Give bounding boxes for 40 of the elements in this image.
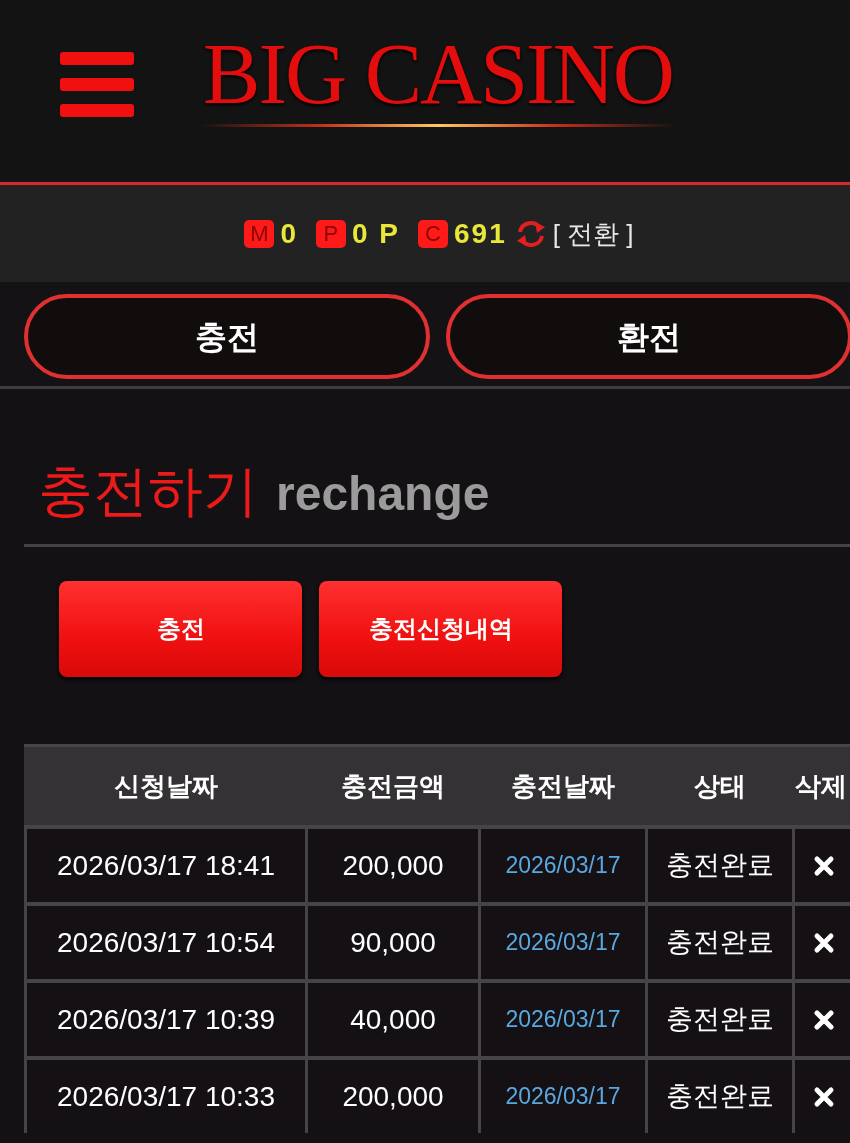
section-title: 충전하기 bbox=[38, 459, 258, 524]
column-header: 충전금액 bbox=[341, 769, 445, 803]
section-subtitle: rechange bbox=[276, 466, 490, 522]
x-mark-icon[interactable] bbox=[813, 1008, 835, 1031]
table-cell: 충전완료 bbox=[648, 829, 792, 902]
column-header: 상태 bbox=[694, 769, 746, 803]
logo[interactable]: BIG CASINO bbox=[203, 30, 673, 118]
action-button[interactable]: 충전신청내역 bbox=[319, 581, 562, 677]
nav-button[interactable]: 환전 bbox=[446, 294, 850, 379]
table-cell: 200,000 bbox=[308, 829, 478, 902]
table-cell: 2026/03/17 bbox=[481, 906, 645, 979]
table-cell: 충전완료 bbox=[648, 1060, 792, 1133]
column-header: 충전날짜 bbox=[511, 769, 615, 803]
table-cell: 2026/03/17 18:41 bbox=[27, 829, 305, 902]
balance-type-badge: P bbox=[315, 219, 346, 248]
table-cell: 2026/03/17 bbox=[481, 829, 645, 902]
table-cell: 2026/03/17 bbox=[481, 983, 645, 1056]
table-cell: 2026/03/17 10:39 bbox=[27, 983, 305, 1056]
table-cell: 충전완료 bbox=[648, 983, 792, 1056]
table-cell: 2026/03/17 10:54 bbox=[27, 906, 305, 979]
nav-button[interactable]: 충전 bbox=[24, 294, 430, 379]
table-cell: 충전완료 bbox=[648, 906, 792, 979]
table-cell: 2026/03/17 10:33 bbox=[27, 1060, 305, 1133]
action-button[interactable]: 충전 bbox=[59, 581, 302, 677]
table-cell: 2026/03/17 bbox=[481, 1060, 645, 1133]
table-cell: 40,000 bbox=[308, 983, 478, 1056]
table-cell: 200,000 bbox=[308, 1060, 478, 1133]
x-mark-icon[interactable] bbox=[813, 1085, 835, 1108]
menu-icon[interactable] bbox=[60, 52, 134, 117]
convert-link[interactable]: [ 전환 ] bbox=[552, 217, 634, 250]
x-mark-icon[interactable] bbox=[813, 931, 835, 954]
balance-type-badge: M bbox=[244, 219, 275, 248]
balance-type-badge: C bbox=[418, 219, 448, 248]
column-header: 신청날짜 bbox=[114, 769, 218, 803]
column-header: 삭제 bbox=[795, 769, 847, 803]
table-cell: 90,000 bbox=[308, 906, 478, 979]
balance-value: 0 bbox=[280, 217, 298, 250]
x-mark-icon[interactable] bbox=[813, 854, 835, 877]
balance-value: 691 bbox=[454, 217, 507, 250]
balance-value: 0 P bbox=[351, 217, 400, 250]
